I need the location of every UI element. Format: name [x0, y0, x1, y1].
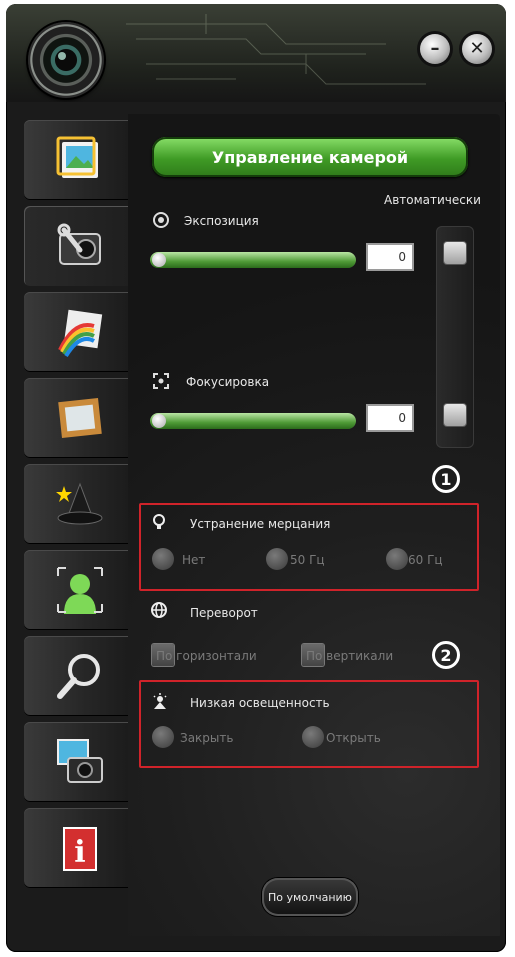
- tab-camera-control[interactable]: [24, 206, 128, 286]
- tab-image-settings[interactable]: [24, 120, 128, 200]
- focus-auto-checkbox[interactable]: [444, 404, 466, 426]
- flicker-label: Устранение мерцания: [190, 517, 331, 531]
- lowlight-highlight-box: [139, 680, 479, 768]
- close-button[interactable]: ✕: [462, 34, 492, 64]
- minimize-icon: –: [430, 38, 440, 59]
- webcam-lens-icon: [28, 22, 104, 98]
- globe-icon: [151, 602, 167, 618]
- lowlight-label: Низкая освещенность: [190, 696, 330, 710]
- focus-slider[interactable]: [150, 413, 356, 429]
- tab-face-tracking[interactable]: [24, 550, 128, 630]
- rainbow-photo-icon: [58, 309, 103, 358]
- exposure-slider[interactable]: [150, 252, 356, 268]
- picture-icon: [56, 136, 98, 178]
- callout-1: 1: [432, 465, 460, 493]
- tab-info[interactable]: i: [24, 808, 128, 888]
- photo-camera-icon: [57, 739, 103, 783]
- focus-label: Фокусировка: [186, 375, 270, 389]
- tab-rail: i: [10, 114, 128, 934]
- flicker-50hz-label: 50 Гц: [290, 553, 325, 567]
- flip-label: Переворот: [190, 606, 258, 620]
- flicker-60hz-label: 60 Гц: [408, 553, 443, 567]
- svg-text:i: i: [74, 835, 85, 870]
- minimize-button[interactable]: –: [420, 34, 450, 64]
- focus-value-field[interactable]: 0: [366, 404, 414, 432]
- lowlight-open-label: Открыть: [326, 731, 381, 745]
- lowlight-icon: [153, 693, 167, 709]
- flip-horizontal-label: По горизонтали: [156, 649, 257, 663]
- exposure-icon: [153, 212, 169, 228]
- face-tracking-icon: [57, 567, 103, 614]
- auto-label: Автоматически: [384, 193, 481, 207]
- flicker-50hz-radio[interactable]: [266, 548, 288, 570]
- exposure-label: Экспозиция: [184, 214, 259, 228]
- tab-magic[interactable]: [24, 464, 128, 544]
- tab-capture[interactable]: [24, 722, 128, 802]
- close-icon: ✕: [469, 38, 485, 59]
- focus-icon: [153, 373, 169, 389]
- camera-control-title-button[interactable]: Управление камерой: [152, 137, 468, 177]
- frame-icon: [58, 398, 102, 438]
- lightbulb-icon: [153, 514, 165, 529]
- flip-vertical-label: По вертикали: [306, 649, 394, 663]
- lowlight-close-radio[interactable]: [152, 726, 174, 748]
- flicker-none-label: Нет: [182, 553, 206, 567]
- default-button[interactable]: По умолчанию: [262, 878, 358, 916]
- callout-2: 2: [432, 641, 460, 669]
- lowlight-close-label: Закрыть: [180, 731, 234, 745]
- tab-frames[interactable]: [24, 378, 128, 458]
- exposure-slider-knob[interactable]: [152, 253, 166, 267]
- lowlight-open-radio[interactable]: [302, 726, 324, 748]
- wizard-hat-icon: [56, 482, 103, 525]
- tab-effects[interactable]: [24, 292, 128, 372]
- title-bar[interactable]: – ✕: [6, 4, 506, 102]
- focus-slider-knob[interactable]: [152, 414, 166, 428]
- flicker-none-radio[interactable]: [152, 548, 174, 570]
- exposure-auto-checkbox[interactable]: [444, 242, 466, 264]
- exposure-value-field[interactable]: 0: [366, 243, 414, 271]
- flicker-60hz-radio[interactable]: [386, 548, 408, 570]
- tab-zoom[interactable]: [24, 636, 128, 716]
- magnifier-icon: [57, 654, 100, 699]
- camera-wrench-icon: [57, 223, 101, 265]
- info-icon: i: [63, 827, 97, 871]
